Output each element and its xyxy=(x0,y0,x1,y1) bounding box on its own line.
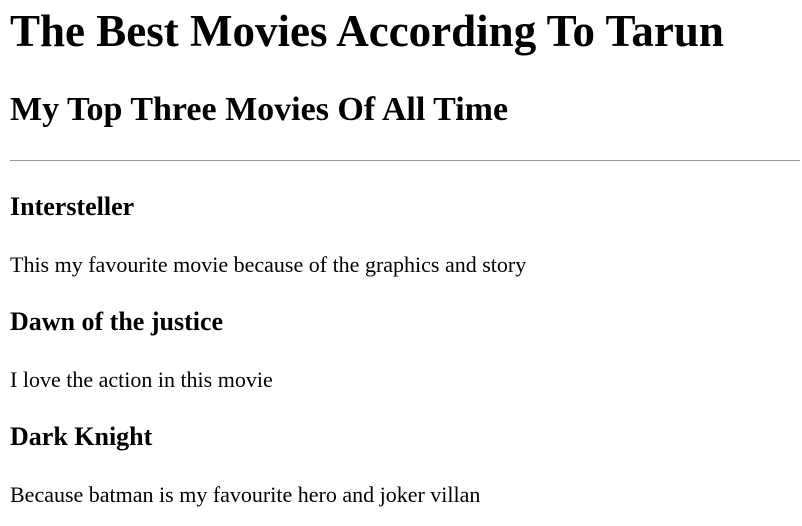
movie-title: Intersteller xyxy=(10,192,135,221)
page: The Best Movies According To Tarun My To… xyxy=(0,0,802,526)
divider xyxy=(10,160,800,161)
movie-description: I love the action in this movie xyxy=(10,367,273,392)
movie-description: Because batman is my favourite hero and … xyxy=(10,482,481,507)
movie-title: Dawn of the justice xyxy=(10,307,224,336)
page-subtitle: My Top Three Movies Of All Time xyxy=(10,91,509,128)
movie-description: This my favourite movie because of the g… xyxy=(10,252,527,277)
page-title: The Best Movies According To Tarun xyxy=(10,6,724,56)
movie-title: Dark Knight xyxy=(10,422,153,451)
